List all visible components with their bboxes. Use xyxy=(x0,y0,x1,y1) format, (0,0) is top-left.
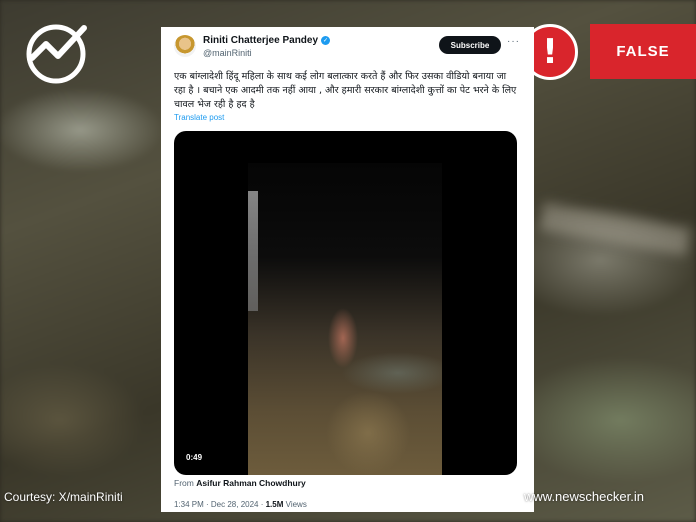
tweet-meta: 1:34 PM · Dec 28, 2024 · 1.5M Views xyxy=(174,500,307,509)
tweet-text: एक बांग्लादेशी हिंदू महिला के साथ कई लोग… xyxy=(174,71,517,110)
avatar[interactable] xyxy=(174,35,196,57)
subscribe-button[interactable]: Subscribe xyxy=(439,36,501,54)
author-handle[interactable]: @mainRiniti xyxy=(203,48,252,58)
tweet-timestamp[interactable]: 1:34 PM · Dec 28, 2024 · xyxy=(174,500,266,509)
translate-link[interactable]: Translate post xyxy=(174,113,224,122)
video-post-object xyxy=(248,191,258,311)
video-source: From Asifur Rahman Chowdhury xyxy=(174,478,306,488)
verified-icon: ✓ xyxy=(321,36,331,45)
more-options-icon[interactable]: ··· xyxy=(507,36,520,47)
author-row: Riniti Chatterjee Pandey ✓ xyxy=(203,35,331,46)
video-frame xyxy=(248,163,442,475)
views-label: Views xyxy=(283,500,307,509)
newschecker-logo-icon xyxy=(26,24,87,84)
alert-symbol: ! xyxy=(542,32,558,72)
verdict-badge: FALSE xyxy=(590,24,696,79)
from-label: From xyxy=(174,478,194,488)
author-name[interactable]: Riniti Chatterjee Pandey xyxy=(203,35,318,46)
video-duration: 0:49 xyxy=(182,451,207,464)
courtesy-credit: Courtesy: X/mainRiniti xyxy=(4,490,123,504)
video-player[interactable]: 0:49 xyxy=(174,131,517,475)
site-url: www.newschecker.in xyxy=(524,489,644,504)
views-count: 1.5M xyxy=(265,500,284,509)
tweet-card: Riniti Chatterjee Pandey ✓ @mainRiniti S… xyxy=(161,27,534,512)
from-source-link[interactable]: Asifur Rahman Chowdhury xyxy=(196,478,306,488)
